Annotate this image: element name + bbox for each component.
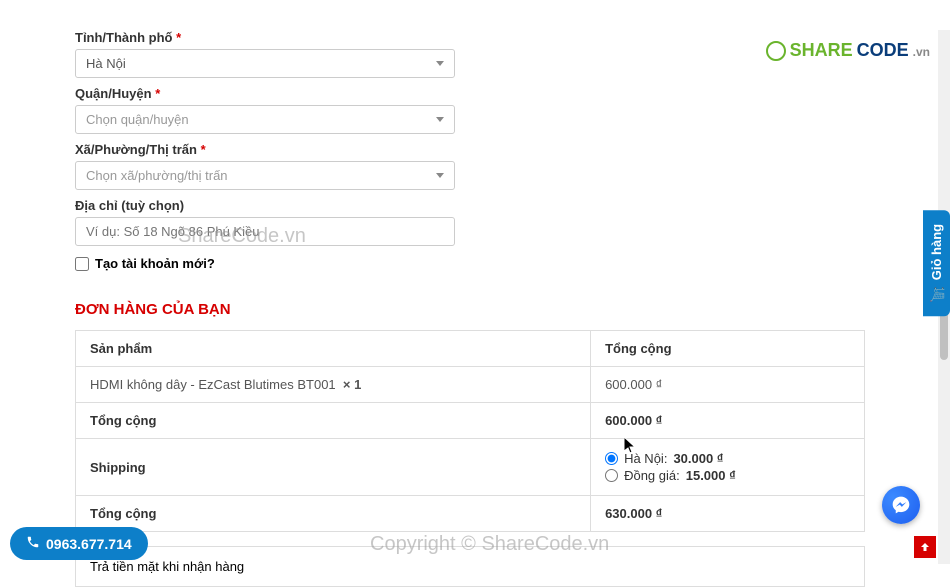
item-price: 600.000 ₫ — [591, 367, 865, 403]
logo-vn: .vn — [913, 45, 930, 59]
address-input[interactable] — [75, 217, 455, 246]
chevron-down-icon — [436, 117, 444, 122]
cart-side-tab[interactable]: 🛒 Giỏ hàng — [923, 210, 950, 316]
order-table: Sản phẩm Tổng cộng HDMI không dây - EzCa… — [75, 330, 865, 532]
total-row: Tổng cộng 630.000 ₫ — [76, 496, 865, 532]
province-label: Tỉnh/Thành phố * — [75, 30, 865, 45]
order-section-title: ĐƠN HÀNG CỦA BẠN — [75, 301, 865, 318]
logo-icon — [766, 41, 786, 61]
cart-icon: 🛒 — [929, 286, 944, 302]
shipping-options: Hà Nội: 30.000 ₫ Đồng giá: 15.000 ₫ — [591, 439, 865, 496]
district-label: Quận/Huyện * — [75, 86, 865, 101]
shipping-radio-2[interactable] — [605, 469, 618, 482]
arrow-up-icon — [919, 541, 931, 553]
table-row: HDMI không dây - EzCast Blutimes BT001 ×… — [76, 367, 865, 403]
shipping-opt1[interactable]: Hà Nội: 30.000 ₫ — [605, 451, 850, 466]
ward-select[interactable]: Chọn xã/phường/thị trấn — [75, 161, 455, 190]
create-account-row[interactable]: Tạo tài khoản mới? — [75, 256, 865, 271]
ward-placeholder: Chọn xã/phường/thị trấn — [86, 168, 228, 183]
province-value: Hà Nội — [86, 56, 126, 71]
messenger-icon — [891, 495, 911, 515]
logo-share: SHARE — [790, 40, 853, 61]
address-group: Địa chỉ (tuỳ chọn) — [75, 198, 865, 246]
phone-number: 0963.677.714 — [46, 536, 132, 552]
item-cell: HDMI không dây - EzCast Blutimes BT001 ×… — [76, 367, 591, 403]
item-name: HDMI không dây - EzCast Blutimes BT001 — [90, 377, 336, 392]
header-product: Sản phẩm — [76, 331, 591, 367]
call-button[interactable]: 0963.677.714 — [10, 527, 148, 560]
province-group: Tỉnh/Thành phố * Hà Nội — [75, 30, 865, 78]
shipping-row: Shipping Hà Nội: 30.000 ₫ Đồng giá: 15.0… — [76, 439, 865, 496]
ward-label: Xã/Phường/Thị trấn * — [75, 142, 865, 157]
item-qty: × 1 — [343, 377, 361, 392]
district-placeholder: Chọn quận/huyện — [86, 112, 189, 127]
subtotal-value: 600.000 ₫ — [591, 403, 865, 439]
scroll-top-button[interactable] — [914, 536, 936, 558]
chevron-down-icon — [436, 61, 444, 66]
create-account-checkbox[interactable] — [75, 257, 89, 271]
create-account-label: Tạo tài khoản mới? — [95, 256, 215, 271]
total-label: Tổng cộng — [76, 496, 591, 532]
sharecode-logo: SHARECODE .vn — [766, 40, 930, 61]
header-total: Tổng cộng — [591, 331, 865, 367]
province-select[interactable]: Hà Nội — [75, 49, 455, 78]
logo-code: CODE — [857, 40, 909, 61]
total-value: 630.000 ₫ — [591, 496, 865, 532]
phone-icon — [26, 535, 40, 552]
subtotal-row: Tổng cộng 600.000 ₫ — [76, 403, 865, 439]
payment-cod: Trả tiền mặt khi nhận hàng — [90, 559, 244, 574]
chevron-down-icon — [436, 173, 444, 178]
shipping-label: Shipping — [76, 439, 591, 496]
district-select[interactable]: Chọn quận/huyện — [75, 105, 455, 134]
address-label: Địa chỉ (tuỳ chọn) — [75, 198, 865, 213]
ward-group: Xã/Phường/Thị trấn * Chọn xã/phường/thị … — [75, 142, 865, 190]
table-header-row: Sản phẩm Tổng cộng — [76, 331, 865, 367]
district-group: Quận/Huyện * Chọn quận/huyện — [75, 86, 865, 134]
subtotal-label: Tổng cộng — [76, 403, 591, 439]
cart-label: Giỏ hàng — [929, 224, 944, 280]
messenger-button[interactable] — [882, 486, 920, 524]
shipping-radio-1[interactable] — [605, 452, 618, 465]
payment-method-box[interactable]: Trả tiền mặt khi nhận hàng — [75, 546, 865, 587]
shipping-opt2[interactable]: Đồng giá: 15.000 ₫ — [605, 468, 850, 483]
